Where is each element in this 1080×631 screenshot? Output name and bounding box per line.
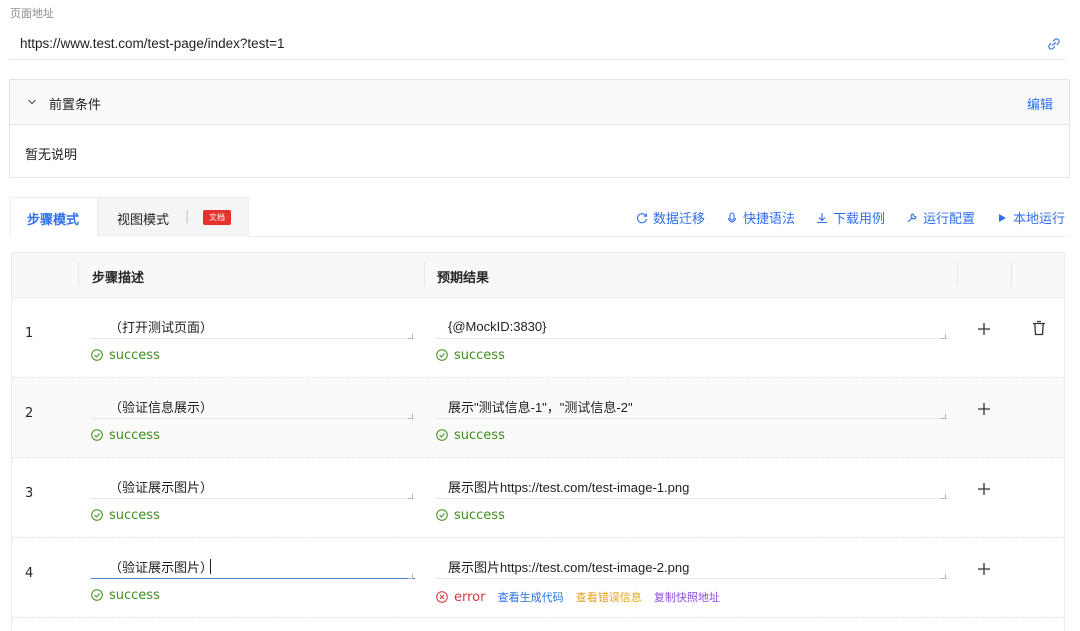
check-circle-icon — [91, 589, 103, 601]
table-header: 步骤描述 预期结果 — [12, 253, 1064, 298]
microphone-icon — [727, 212, 737, 223]
view-code-link[interactable]: 查看生成代码 — [498, 591, 564, 604]
desc-status: success — [91, 348, 160, 363]
table-row: 4 success error 查看生成代码 查看错误信息 复制快照地址 — [12, 538, 1064, 618]
expected-input[interactable] — [436, 475, 949, 499]
row-index: 2 — [25, 406, 34, 421]
expected-status: success — [436, 348, 505, 363]
header-divider — [424, 263, 425, 287]
resize-handle[interactable] — [408, 494, 413, 499]
column-spacer — [78, 298, 79, 631]
page-url-input[interactable] — [20, 36, 1020, 51]
tab-separator: | — [185, 209, 190, 224]
step-desc-input[interactable] — [91, 315, 415, 339]
chevron-down-icon[interactable] — [27, 97, 37, 107]
add-icon[interactable] — [976, 321, 992, 337]
desc-status-text: success — [109, 348, 160, 363]
desc-status: success — [91, 508, 160, 523]
row-index: 1 — [25, 326, 34, 341]
run-local-button[interactable]: 本地运行 — [996, 208, 1065, 227]
link-icon[interactable] — [1047, 37, 1061, 51]
page-url-label: 页面地址 — [10, 7, 54, 20]
expected-status-text: error — [454, 590, 486, 605]
refresh-icon — [637, 213, 648, 224]
step-desc-input[interactable] — [91, 395, 415, 419]
desc-status: success — [91, 428, 160, 443]
desc-status-text: success — [109, 428, 160, 443]
tab-view-mode-label: 视图模式 — [117, 213, 170, 228]
copy-snapshot-link[interactable]: 复制快照地址 — [654, 591, 720, 604]
run-config-button[interactable]: 运行配置 — [906, 208, 975, 227]
header-expected: 预期结果 — [437, 271, 490, 286]
resize-handle[interactable] — [408, 574, 413, 579]
check-circle-icon — [91, 429, 103, 441]
expected-input[interactable] — [436, 315, 949, 339]
row-index: 4 — [25, 566, 34, 581]
header-divider — [78, 263, 79, 287]
download-cases-label: 下载用例 — [833, 212, 886, 227]
add-icon[interactable] — [976, 561, 992, 577]
quick-syntax-label: 快捷语法 — [743, 212, 796, 227]
desc-status-text: success — [109, 508, 160, 523]
steps-table: 步骤描述 预期结果 1 success success 2 success s — [11, 252, 1065, 631]
tab-view-mode[interactable]: 视图模式 | 文档 — [98, 197, 249, 237]
download-icon — [817, 213, 827, 224]
expected-status-text: success — [454, 508, 505, 523]
check-circle-icon — [436, 349, 448, 361]
resize-handle[interactable] — [941, 494, 946, 499]
download-cases-button[interactable]: 下载用例 — [816, 208, 885, 227]
doc-badge[interactable]: 文档 — [203, 210, 231, 225]
precondition-body: 暂无说明 — [25, 148, 78, 163]
desc-status: success — [91, 588, 160, 603]
header-divider — [1011, 263, 1012, 287]
expected-input[interactable] — [436, 555, 949, 579]
step-desc-input[interactable] — [91, 475, 415, 499]
play-icon — [999, 214, 1006, 222]
page-url-row — [10, 30, 1065, 60]
check-circle-icon — [91, 349, 103, 361]
header-divider — [957, 263, 958, 287]
table-row: 3 success success — [12, 458, 1064, 538]
precondition-header[interactable]: 前置条件 编辑 — [10, 80, 1069, 125]
check-circle-icon — [436, 429, 448, 441]
resize-handle[interactable] — [408, 414, 413, 419]
data-migrate-label: 数据迁移 — [653, 212, 706, 227]
resize-handle[interactable] — [941, 334, 946, 339]
precondition-edit-button[interactable]: 编辑 — [1027, 94, 1053, 113]
expected-status-text: success — [454, 348, 505, 363]
precondition-title: 前置条件 — [49, 98, 102, 113]
table-row: 1 success success — [12, 298, 1064, 378]
expected-status-text: success — [454, 428, 505, 443]
resize-handle[interactable] — [941, 574, 946, 579]
text-caret — [210, 559, 211, 574]
expected-status: success — [436, 428, 505, 443]
check-circle-icon — [91, 509, 103, 521]
wrench-icon — [907, 213, 917, 223]
resize-handle[interactable] — [941, 414, 946, 419]
run-config-label: 运行配置 — [923, 212, 976, 227]
header-desc: 步骤描述 — [92, 271, 145, 286]
trash-icon[interactable] — [1032, 320, 1046, 336]
error-circle-icon — [436, 591, 448, 603]
add-icon[interactable] — [976, 481, 992, 497]
resize-handle[interactable] — [408, 334, 413, 339]
check-circle-icon — [436, 509, 448, 521]
expected-input[interactable] — [436, 395, 949, 419]
step-desc-input[interactable] — [91, 555, 415, 579]
tab-step-mode[interactable]: 步骤模式 — [10, 197, 98, 237]
tab-step-mode-label: 步骤模式 — [27, 213, 80, 228]
expected-status-error: error 查看生成代码 查看错误信息 复制快照地址 — [436, 589, 720, 605]
precondition-panel: 前置条件 编辑 暂无说明 — [9, 79, 1070, 178]
view-error-link[interactable]: 查看错误信息 — [576, 591, 642, 604]
row-index: 3 — [25, 486, 34, 501]
quick-syntax-button[interactable]: 快捷语法 — [726, 208, 795, 227]
add-icon[interactable] — [976, 401, 992, 417]
desc-status-text: success — [109, 588, 160, 603]
expected-status: success — [436, 508, 505, 523]
data-migrate-button[interactable]: 数据迁移 — [636, 208, 705, 227]
table-row: 2 success success — [12, 378, 1064, 458]
run-local-label: 本地运行 — [1013, 212, 1066, 227]
